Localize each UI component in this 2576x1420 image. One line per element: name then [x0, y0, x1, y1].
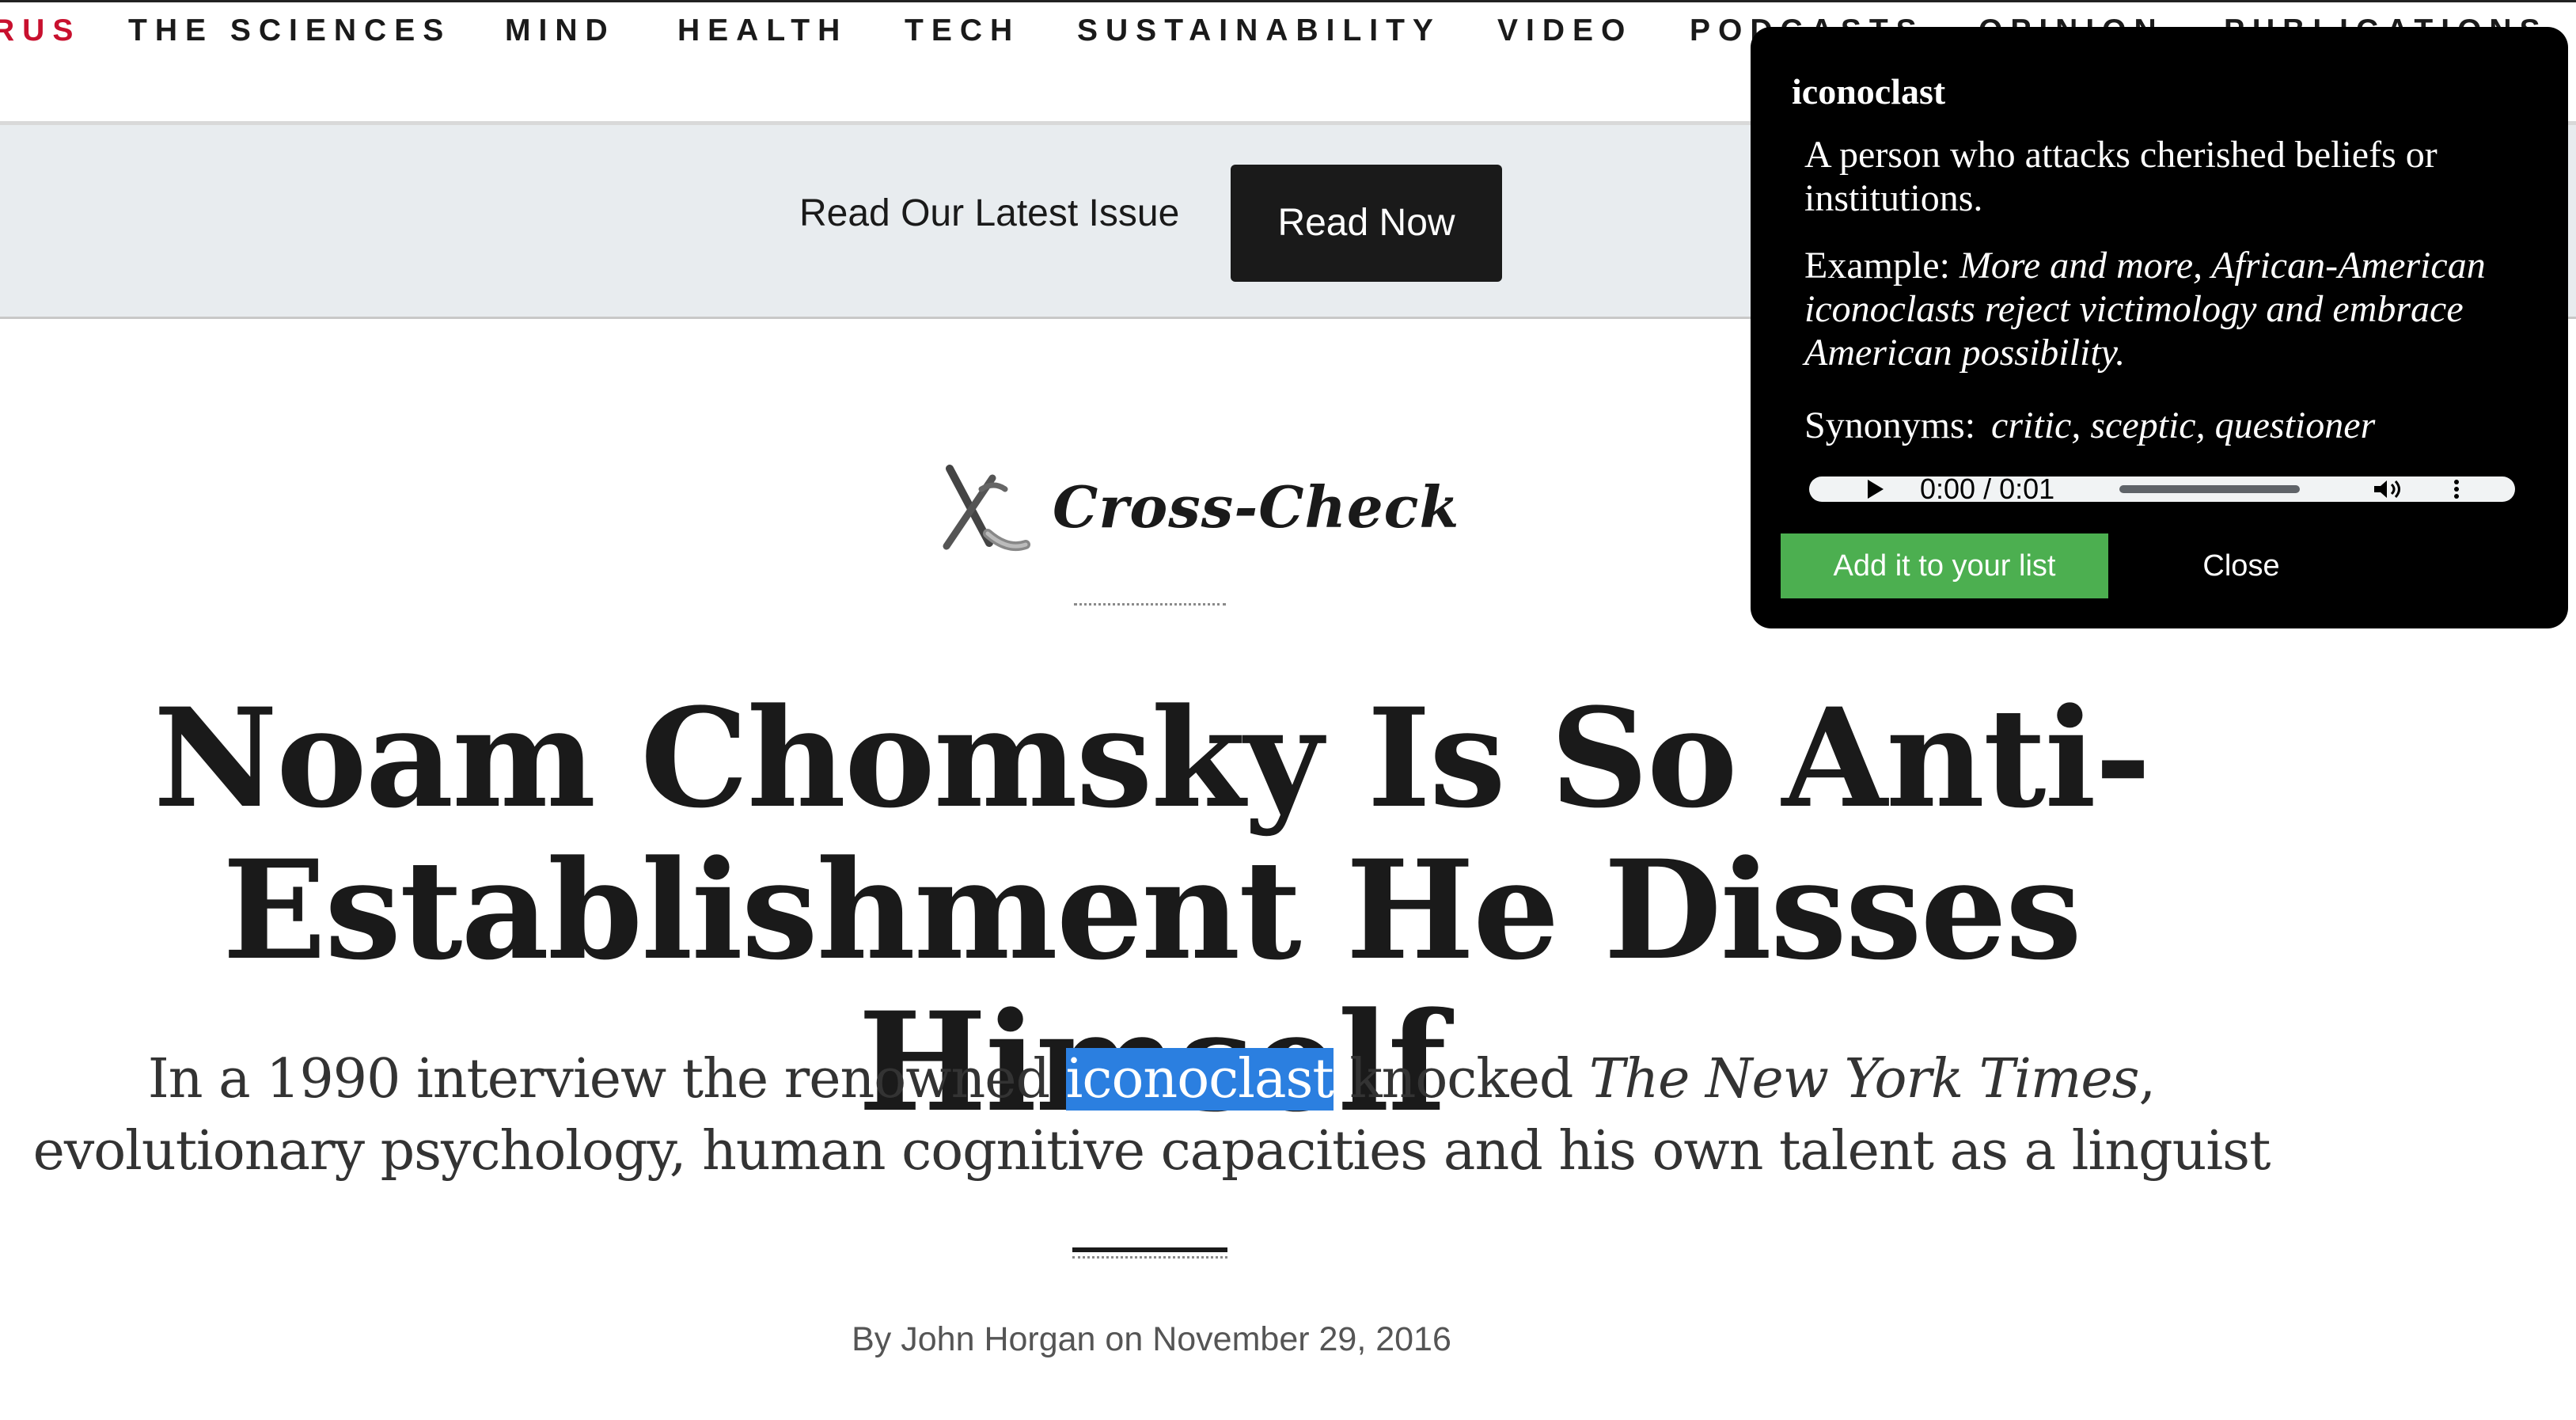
article-dek: In a 1990 interview the renowned iconocl…	[24, 1043, 2279, 1187]
audio-time: 0:00 / 0:01	[1920, 476, 2055, 502]
dek-publication: The New York Times	[1588, 1048, 2140, 1111]
pickaxe-icon	[943, 465, 1030, 552]
popup-definition: A person who attacks cherished beliefs o…	[1804, 134, 2438, 219]
more-options-icon[interactable]	[2449, 478, 2464, 500]
close-button[interactable]: Close	[2154, 533, 2328, 598]
nav-item-mind[interactable]: MIND	[505, 7, 616, 55]
audio-player[interactable]: 0:00 / 0:01	[1809, 476, 2515, 502]
article-byline: By John Horgan on November 29, 2016	[852, 1320, 1451, 1358]
nav-item-the-sciences[interactable]: THE SCIENCES	[128, 7, 451, 55]
nav-item-video[interactable]: VIDEO	[1497, 7, 1633, 55]
dek-text-middle: knocked	[1333, 1048, 1589, 1111]
dictionary-popup: iconoclast A person who attacks cherishe…	[1751, 27, 2568, 628]
popup-example: Example: More and more, African-American…	[1804, 244, 2532, 374]
dek-text-start: In a 1990 interview the renowned	[147, 1048, 1066, 1111]
nav-item-tech[interactable]: TECH	[905, 7, 1020, 55]
volume-icon[interactable]	[2371, 478, 2411, 500]
nav-item-sustainability[interactable]: SUSTAINABILITY	[1077, 7, 1441, 55]
popup-word: iconoclast	[1792, 71, 1946, 112]
section-divider-dots	[1072, 1256, 1227, 1259]
latest-issue-text: Read Our Latest Issue	[799, 192, 1180, 234]
example-label: Example:	[1804, 245, 1950, 287]
section-divider	[1072, 1247, 1227, 1252]
synonyms-label: Synonyms:	[1804, 404, 1976, 446]
add-to-list-button[interactable]: Add it to your list	[1781, 533, 2108, 598]
synonyms-text: critic, sceptic, questioner	[1991, 404, 2376, 446]
audio-progress-bar[interactable]	[2119, 485, 2300, 493]
play-icon[interactable]	[1868, 480, 1884, 499]
popup-synonyms: Synonyms: critic, sceptic, questioner	[1804, 404, 2532, 447]
column-name[interactable]: Cross-Check	[1053, 472, 1459, 543]
nav-item-health[interactable]: HEALTH	[677, 7, 848, 55]
read-now-button[interactable]: Read Now	[1231, 165, 1502, 282]
nav-item-partial[interactable]: RUS	[0, 7, 81, 55]
dotted-divider	[1074, 603, 1226, 606]
selected-word[interactable]: iconoclast	[1065, 1048, 1334, 1111]
